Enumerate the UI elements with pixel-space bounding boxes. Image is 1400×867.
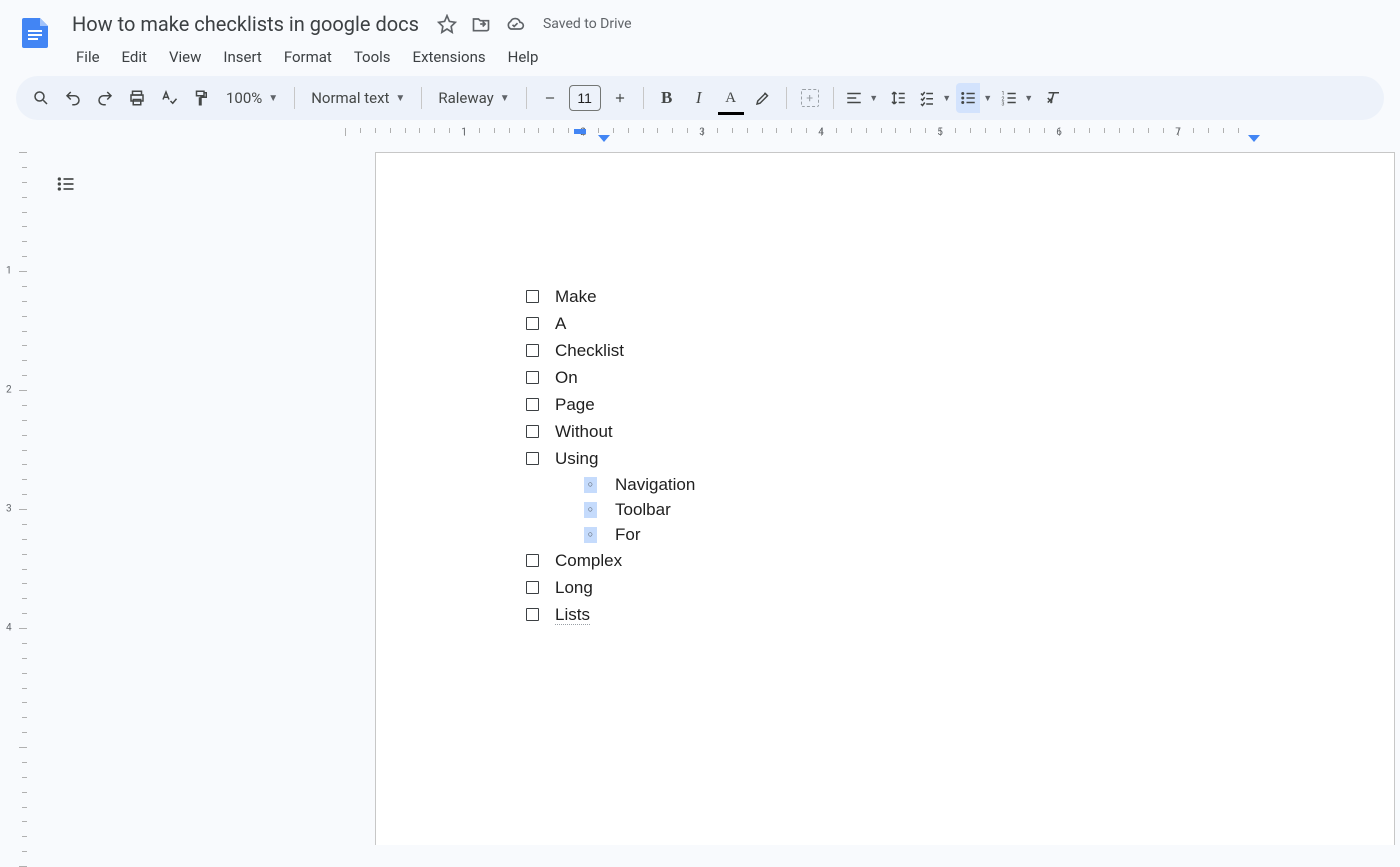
italic-icon[interactable]: I: [684, 83, 714, 113]
separator: [786, 87, 787, 109]
redo-icon[interactable]: [90, 83, 120, 113]
svg-text:3: 3: [1001, 102, 1004, 108]
zoom-dropdown[interactable]: 100%▼: [218, 83, 286, 113]
bulleted-list-dropdown[interactable]: ▼: [956, 83, 995, 113]
document-page[interactable]: MakeAChecklistOnPageWithoutUsing ○ Navigat…: [375, 152, 1395, 845]
print-icon[interactable]: [122, 83, 152, 113]
increase-font-icon[interactable]: [605, 83, 635, 113]
outline-toggle-icon[interactable]: [52, 170, 80, 198]
menu-extensions[interactable]: Extensions: [403, 44, 496, 70]
font-size-input[interactable]: [569, 85, 601, 111]
checklist-item[interactable]: Complex: [526, 547, 695, 574]
checklist-text[interactable]: Complex: [555, 547, 622, 574]
search-icon[interactable]: [26, 83, 56, 113]
menu-tools[interactable]: Tools: [344, 44, 401, 70]
checklist-item[interactable]: Lists: [526, 601, 695, 628]
menu-edit[interactable]: Edit: [112, 44, 157, 70]
checklist-text[interactable]: Long: [555, 574, 593, 601]
checkbox-icon[interactable]: [526, 344, 539, 357]
checkbox-icon[interactable]: [526, 581, 539, 594]
checklist-item[interactable]: Using: [526, 445, 695, 472]
sub-bullet-item[interactable]: ○ Toolbar: [584, 497, 695, 522]
style-value: Normal text: [311, 89, 389, 107]
font-value: Raleway: [438, 89, 493, 107]
bullet-icon: ○: [584, 502, 597, 518]
checklist-text[interactable]: Using: [555, 445, 598, 472]
checkbox-icon[interactable]: [526, 608, 539, 621]
text-color-icon[interactable]: A: [716, 83, 746, 113]
checklist-text[interactable]: Without: [555, 418, 613, 445]
zoom-value: 100%: [226, 89, 262, 107]
menu-help[interactable]: Help: [498, 44, 549, 70]
line-spacing-icon[interactable]: [883, 83, 913, 113]
checklist-text[interactable]: Make: [555, 283, 597, 310]
checkbox-icon[interactable]: [526, 290, 539, 303]
star-icon[interactable]: [437, 14, 457, 34]
saved-status: Saved to Drive: [543, 16, 632, 32]
checklist-dropdown[interactable]: ▼: [915, 83, 954, 113]
separator: [833, 87, 834, 109]
spellcheck-icon[interactable]: [154, 83, 184, 113]
bullet-icon: ○: [584, 527, 597, 543]
checklist-text[interactable]: A: [555, 310, 566, 337]
checkbox-icon[interactable]: [526, 317, 539, 330]
horizontal-ruler[interactable]: 1234567: [30, 128, 1400, 146]
menu-file[interactable]: File: [66, 44, 110, 70]
checkbox-icon[interactable]: [526, 452, 539, 465]
checklist-item[interactable]: Make: [526, 283, 695, 310]
vertical-ruler[interactable]: 1234: [0, 146, 30, 845]
undo-icon[interactable]: [58, 83, 88, 113]
checkbox-icon[interactable]: [526, 398, 539, 411]
separator: [294, 87, 295, 109]
sub-bullet-text[interactable]: Toolbar: [615, 497, 671, 522]
separator: [643, 87, 644, 109]
checklist-item[interactable]: Checklist: [526, 337, 695, 364]
bold-icon[interactable]: B: [652, 83, 682, 113]
bullet-icon: ○: [584, 477, 597, 493]
cloud-saved-icon[interactable]: [505, 14, 525, 34]
sub-bullet-text[interactable]: For: [615, 522, 641, 547]
checkbox-icon[interactable]: [526, 554, 539, 567]
paragraph-style-dropdown[interactable]: Normal text▼: [303, 83, 413, 113]
docs-logo[interactable]: [16, 8, 56, 56]
align-dropdown[interactable]: ▼: [842, 83, 881, 113]
clear-formatting-icon[interactable]: [1038, 83, 1068, 113]
document-title[interactable]: How to make checklists in google docs: [66, 10, 425, 38]
decrease-font-icon[interactable]: [535, 83, 565, 113]
checklist-text[interactable]: On: [555, 364, 578, 391]
checklist-text[interactable]: Checklist: [555, 337, 624, 364]
checklist-item[interactable]: Page: [526, 391, 695, 418]
paint-format-icon[interactable]: [186, 83, 216, 113]
checklist-item[interactable]: Long: [526, 574, 695, 601]
sub-bullet-item[interactable]: ○ Navigation: [584, 472, 695, 497]
menu-insert[interactable]: Insert: [213, 44, 271, 70]
checkbox-icon[interactable]: [526, 371, 539, 384]
separator: [526, 87, 527, 109]
separator: [421, 87, 422, 109]
checklist-item[interactable]: A: [526, 310, 695, 337]
menu-format[interactable]: Format: [274, 44, 342, 70]
font-dropdown[interactable]: Raleway▼: [430, 83, 517, 113]
checkbox-icon[interactable]: [526, 425, 539, 438]
insert-image-icon[interactable]: +: [795, 83, 825, 113]
menubar: FileEditViewInsertFormatToolsExtensionsH…: [66, 40, 1384, 76]
document-content[interactable]: MakeAChecklistOnPageWithoutUsing ○ Navigat…: [526, 283, 695, 628]
checklist-item[interactable]: On: [526, 364, 695, 391]
checklist-text[interactable]: Lists: [555, 601, 590, 628]
sub-bullet-item[interactable]: ○ For: [584, 522, 695, 547]
move-icon[interactable]: [471, 14, 491, 34]
checklist-item[interactable]: Without: [526, 418, 695, 445]
toolbar: 100%▼ Normal text▼ Raleway▼ B I A + ▼ ▼ …: [16, 76, 1384, 120]
highlight-icon[interactable]: [748, 83, 778, 113]
sub-bullet-text[interactable]: Navigation: [615, 472, 695, 497]
numbered-list-dropdown[interactable]: 123 ▼: [997, 83, 1036, 113]
checklist-text[interactable]: Page: [555, 391, 595, 418]
menu-view[interactable]: View: [159, 44, 211, 70]
